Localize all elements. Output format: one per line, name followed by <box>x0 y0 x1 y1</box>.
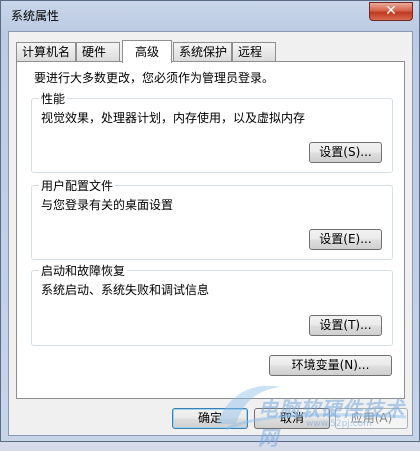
performance-group-title: 性能 <box>39 90 68 107</box>
startup-recovery-group: 启动和故障恢复 系统启动、系统失败和调试信息 设置(T)... <box>31 262 393 346</box>
performance-description: 视觉效果，处理器计划，内存使用，以及虚拟内存 <box>41 111 306 125</box>
title-bar[interactable]: 系统属性 ✕ <box>1 1 419 31</box>
window-title: 系统属性 <box>11 9 60 23</box>
tab-remote[interactable]: 远程 <box>232 42 276 61</box>
ok-button[interactable]: 确定 <box>172 408 248 429</box>
close-button[interactable]: ✕ <box>369 2 413 21</box>
system-properties-window: 系统属性 ✕ 计算机名 硬件 高级 系统保护 远程 要进行大多数更改，您必须作为… <box>0 0 420 450</box>
tab-computer-name[interactable]: 计算机名 <box>16 42 76 61</box>
startup-recovery-group-title: 启动和故障恢复 <box>39 262 128 279</box>
user-profiles-description: 与您登录有关的桌面设置 <box>41 198 174 212</box>
startup-recovery-settings-button[interactable]: 设置(T)... <box>309 315 382 336</box>
dialog-client-area: 计算机名 硬件 高级 系统保护 远程 要进行大多数更改，您必须作为管理员登录。 … <box>8 31 413 436</box>
user-profiles-group-title: 用户配置文件 <box>39 177 116 194</box>
admin-notice: 要进行大多数更改，您必须作为管理员登录。 <box>34 71 275 85</box>
environment-variables-button[interactable]: 环境变量(N)... <box>269 355 392 376</box>
tab-system-protection[interactable]: 系统保护 <box>173 42 232 61</box>
close-icon: ✕ <box>385 3 397 19</box>
performance-group: 性能 视觉效果，处理器计划，内存使用，以及虚拟内存 设置(S)... <box>31 90 393 173</box>
performance-settings-button[interactable]: 设置(S)... <box>309 142 382 163</box>
tab-advanced[interactable]: 高级 <box>122 40 172 63</box>
apply-button[interactable]: 应用(A) <box>335 408 408 429</box>
cancel-button[interactable]: 取消 <box>254 408 330 429</box>
advanced-tab-panel: 要进行大多数更改，您必须作为管理员登录。 性能 视觉效果，处理器计划，内存使用，… <box>16 61 405 399</box>
tab-hardware[interactable]: 硬件 <box>76 42 120 61</box>
user-profiles-group: 用户配置文件 与您登录有关的桌面设置 设置(E)... <box>31 177 393 260</box>
user-profiles-settings-button[interactable]: 设置(E)... <box>309 229 382 250</box>
startup-recovery-description: 系统启动、系统失败和调试信息 <box>41 283 210 297</box>
